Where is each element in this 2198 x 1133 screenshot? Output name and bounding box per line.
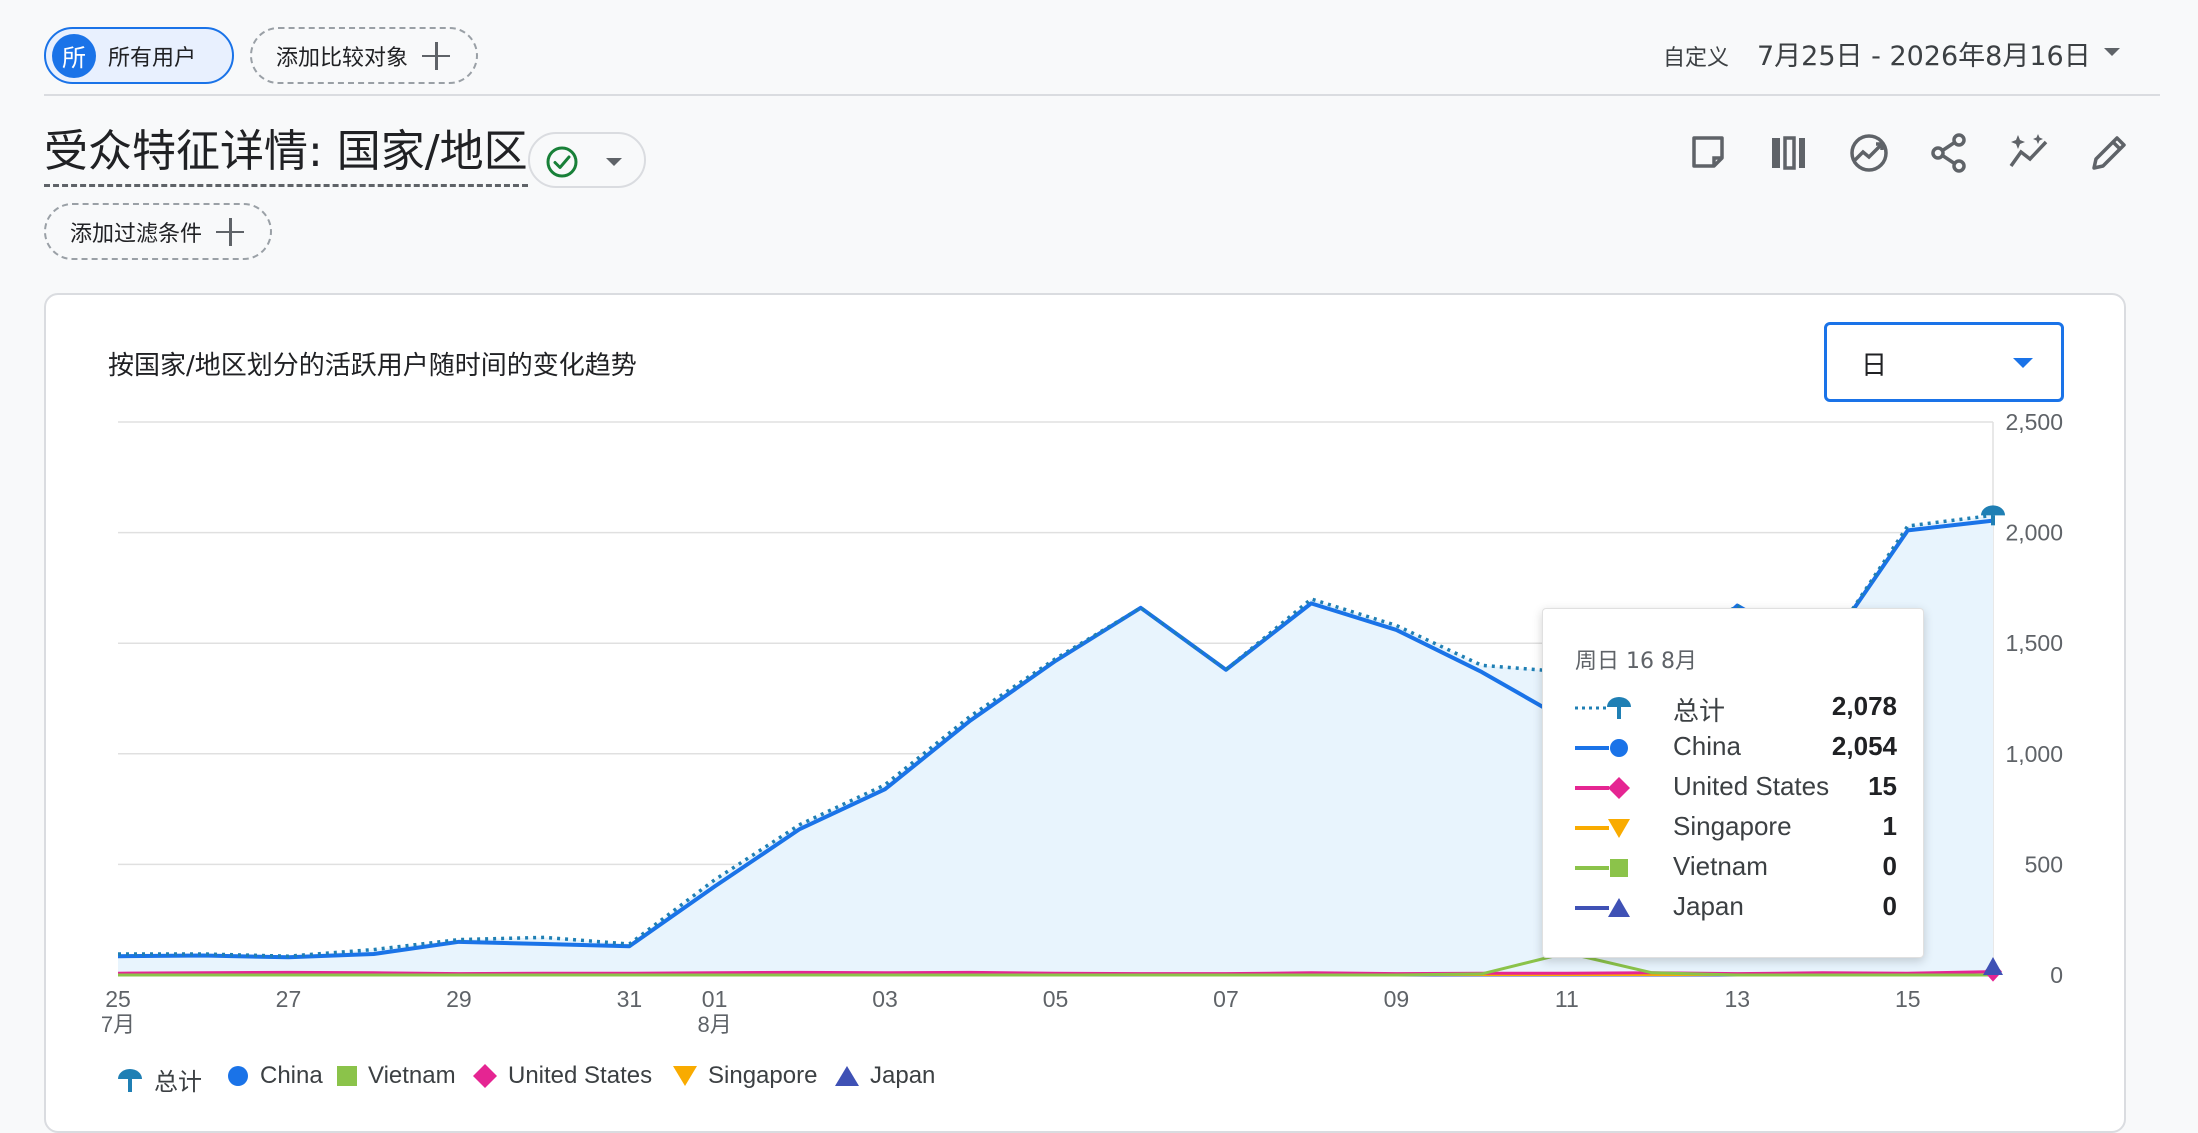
- legend-label: China: [260, 1062, 323, 1090]
- tooltip-name: 总计: [1673, 691, 1725, 728]
- total-marker-icon: [1573, 693, 1643, 723]
- united-states-legend-icon: [472, 1063, 498, 1089]
- x-tick-label: 27: [276, 986, 302, 1012]
- x-tick-month-label: 8月: [697, 1012, 731, 1037]
- x-tick-label: 15: [1895, 986, 1921, 1012]
- y-tick-label: 2,000: [2005, 520, 2063, 546]
- y-tick-label: 2,500: [2005, 409, 2063, 435]
- china-legend-icon: [226, 1064, 250, 1088]
- tooltip-value: 15: [1868, 771, 1897, 802]
- x-tick-label: 01: [702, 986, 728, 1012]
- vietnam-legend-icon: [336, 1065, 358, 1087]
- tooltip-row-singapore: Singapore 1: [1573, 809, 1897, 845]
- x-tick-label: 09: [1384, 986, 1410, 1012]
- united-states-marker-icon: [1573, 773, 1643, 803]
- japan-marker-icon: [1573, 893, 1643, 923]
- legend-label: Singapore: [708, 1062, 817, 1090]
- legend-item-china[interactable]: China: [226, 1062, 323, 1090]
- tooltip-row-japan: Japan 0: [1573, 889, 1897, 925]
- tooltip-row-china: China 2,054: [1573, 729, 1897, 765]
- x-tick-label: 13: [1725, 986, 1751, 1012]
- legend-label: Vietnam: [368, 1062, 456, 1090]
- legend-label: 总计: [154, 1062, 202, 1097]
- tooltip-name: Japan: [1673, 891, 1744, 922]
- tooltip-row-vietnam: Vietnam 0: [1573, 849, 1897, 885]
- tooltip-row-united-states: United States 15: [1573, 769, 1897, 805]
- tooltip-value: 1: [1883, 811, 1897, 842]
- legend-label: Japan: [870, 1062, 935, 1090]
- x-tick-label: 05: [1043, 986, 1069, 1012]
- legend-item-vietnam[interactable]: Vietnam: [336, 1062, 456, 1090]
- legend-item-japan[interactable]: Japan: [834, 1062, 935, 1090]
- tooltip-value: 2,054: [1832, 731, 1897, 762]
- vietnam-marker-icon: [1573, 853, 1643, 883]
- x-tick-label: 07: [1213, 986, 1239, 1012]
- tooltip-row-total: 总计 2,078: [1573, 689, 1897, 725]
- y-tick-label: 500: [2025, 851, 2063, 877]
- chart-tooltip: 周日 16 8月 总计 2,078 China 2,054 United Sta…: [1542, 608, 1924, 958]
- legend-item-total[interactable]: 总计: [116, 1062, 202, 1097]
- tooltip-date: 周日 16 8月: [1575, 643, 1697, 675]
- y-tick-label: 1,500: [2005, 630, 2063, 656]
- legend-item-united-states[interactable]: United States: [472, 1062, 652, 1090]
- x-tick-month-label: 7月: [101, 1012, 135, 1037]
- singapore-marker-icon: [1573, 813, 1643, 843]
- total-legend-icon: [116, 1066, 144, 1094]
- total-point-marker: [1981, 505, 2005, 515]
- legend-label: United States: [508, 1062, 652, 1090]
- tooltip-name: Singapore: [1673, 811, 1792, 842]
- tooltip-value: 0: [1883, 891, 1897, 922]
- tooltip-name: United States: [1673, 771, 1829, 802]
- x-tick-label: 11: [1555, 986, 1579, 1012]
- china-marker-icon: [1573, 733, 1643, 763]
- singapore-legend-icon: [672, 1064, 698, 1088]
- tooltip-value: 2,078: [1832, 691, 1897, 722]
- y-tick-label: 0: [2050, 962, 2063, 988]
- japan-legend-icon: [834, 1064, 860, 1088]
- tooltip-name: Vietnam: [1673, 851, 1768, 882]
- x-tick-label: 31: [617, 986, 643, 1012]
- x-tick-label: 29: [446, 986, 472, 1012]
- tooltip-name: China: [1673, 731, 1741, 762]
- legend-item-singapore[interactable]: Singapore: [672, 1062, 817, 1090]
- tooltip-value: 0: [1883, 851, 1897, 882]
- y-tick-label: 1,000: [2005, 741, 2063, 767]
- x-tick-label: 25: [105, 986, 131, 1012]
- x-tick-label: 03: [872, 986, 898, 1012]
